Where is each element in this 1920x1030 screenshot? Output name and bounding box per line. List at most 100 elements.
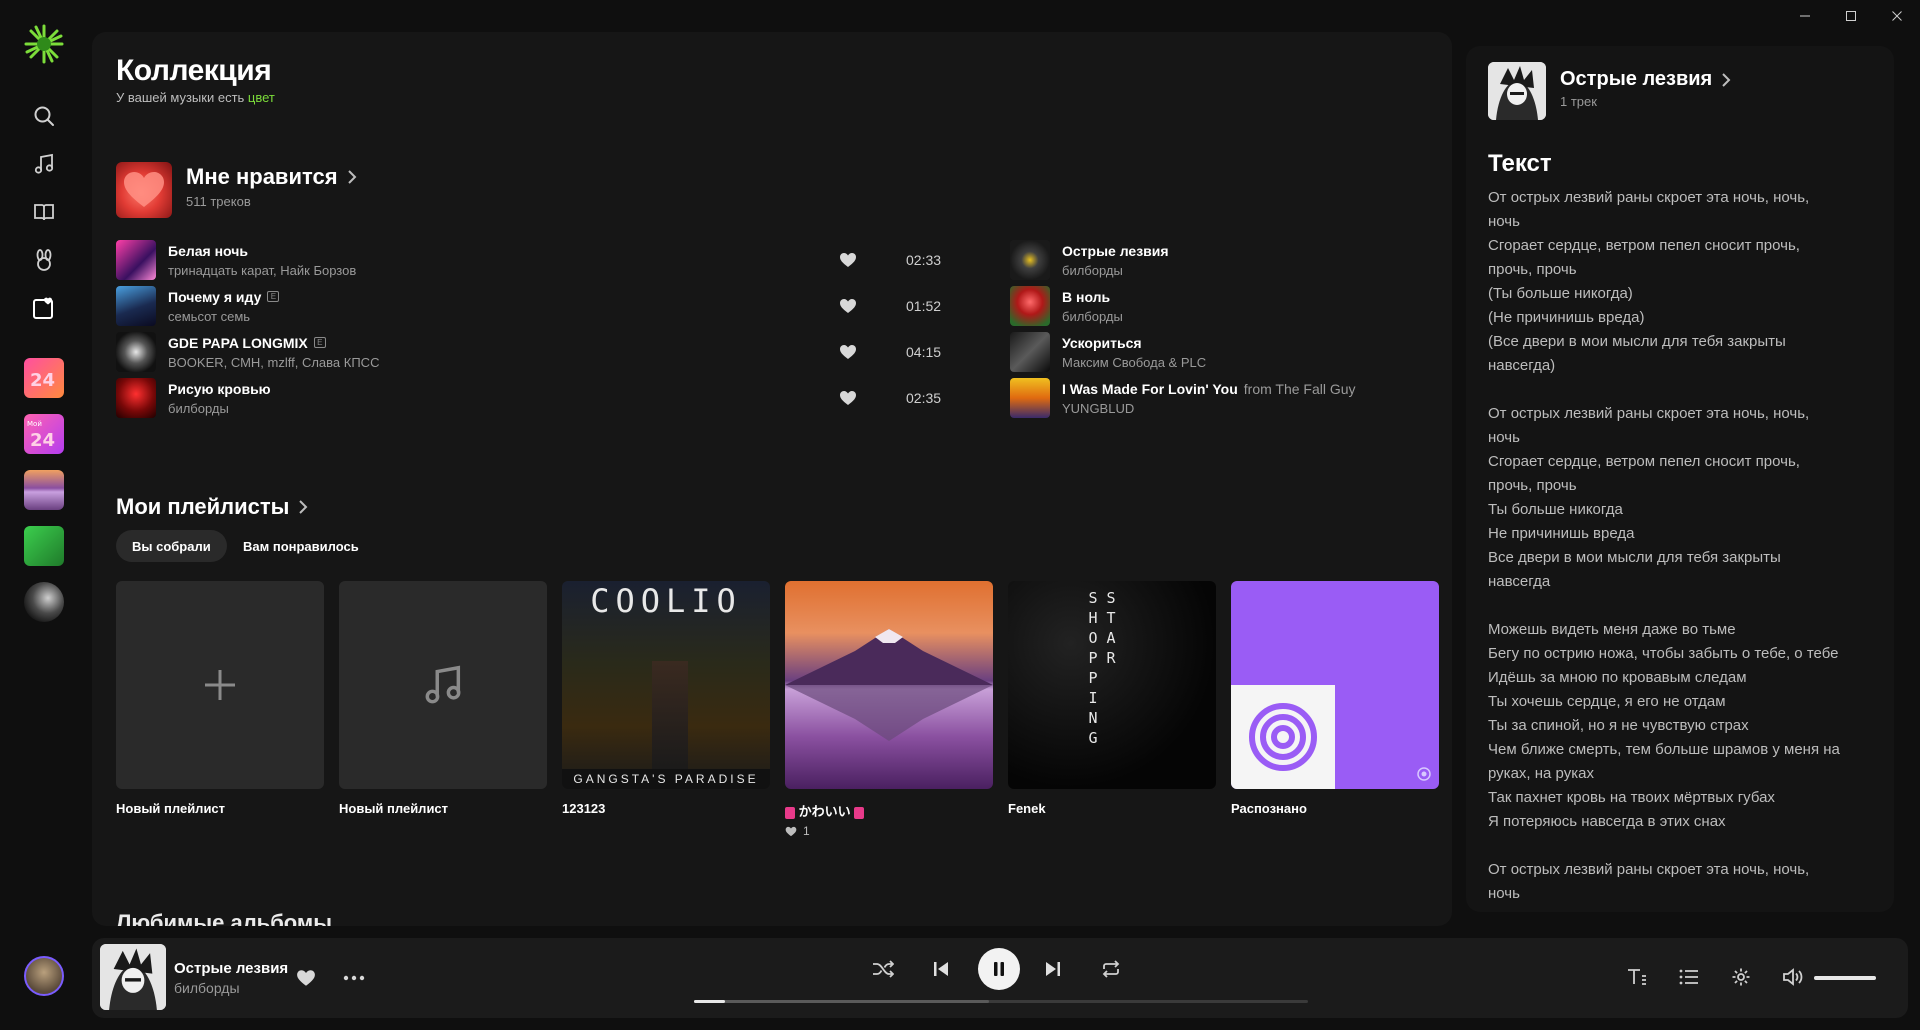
- sidebar-item-collection[interactable]: [28, 292, 60, 324]
- app-window: 24 Мой 24 Коллекция У вашей музыки есть ц…: [0, 0, 1920, 1030]
- track-artist[interactable]: тринадцать карат, Найк Борзов: [168, 263, 356, 278]
- player-bar: Острые лезвия билборды: [92, 938, 1908, 1018]
- svg-text:24: 24: [30, 430, 55, 451]
- sidebar-artist-avatar[interactable]: [24, 582, 64, 622]
- progress-bar[interactable]: [694, 1000, 1308, 1003]
- playlist-cover[interactable]: [785, 581, 993, 789]
- lyrics-line: Не причинишь вреда: [1488, 525, 1635, 542]
- playlist-cover[interactable]: [339, 581, 547, 789]
- repeat-icon: [1102, 960, 1120, 978]
- lyrics-line: Бегу по острию ножа, чтобы забыть о тебе…: [1488, 645, 1839, 662]
- like-button[interactable]: [292, 964, 320, 992]
- track-title: Белая ночь: [168, 243, 356, 259]
- sidebar-my-mix-cover[interactable]: Мой 24: [24, 414, 64, 454]
- more-button[interactable]: [340, 964, 368, 992]
- liked-playlist-link[interactable]: Мне нравится: [186, 164, 358, 190]
- pause-button[interactable]: [978, 948, 1020, 990]
- shuffle-icon: [873, 960, 894, 978]
- chevron-right-icon: [1722, 72, 1731, 87]
- playlist-card[interactable]: COOLIO GANGSTA'S PARADISE 123123: [562, 581, 770, 816]
- playlist-title: 123123: [562, 801, 606, 816]
- sidebar-item-music[interactable]: [28, 148, 60, 180]
- next-button[interactable]: [1038, 954, 1068, 984]
- new-playlist-cover[interactable]: [116, 581, 324, 789]
- track-like-button[interactable]: [838, 296, 858, 316]
- sidebar-item-search[interactable]: [28, 100, 60, 132]
- queue-button[interactable]: [1674, 962, 1704, 992]
- track-artist[interactable]: семьсот семь: [168, 309, 279, 324]
- app-logo-icon[interactable]: [22, 22, 66, 66]
- subtitle-accent-link[interactable]: цвет: [248, 90, 275, 105]
- playlist-title-text: かわいい: [798, 804, 851, 819]
- sidebar-item-kids[interactable]: [28, 244, 60, 276]
- settings-button[interactable]: [1726, 962, 1756, 992]
- sidebar-playlist-cover[interactable]: [24, 470, 64, 510]
- now-playing-title[interactable]: Острые лезвия: [174, 960, 288, 977]
- user-avatar[interactable]: [24, 956, 64, 996]
- lyrics-line: Я потеряюсь навсегда в этих снах: [1488, 813, 1726, 830]
- track-duration: 01:52: [906, 298, 942, 314]
- volume-button[interactable]: [1778, 962, 1808, 992]
- lyrics-button[interactable]: [1622, 962, 1652, 992]
- liked-playlist-cover[interactable]: [116, 162, 172, 218]
- sidebar-mix-cover[interactable]: 24: [24, 358, 64, 398]
- track-artist[interactable]: билборды: [1062, 263, 1169, 278]
- playlist-cover[interactable]: [1231, 581, 1439, 789]
- lyrics-track-title: Острые лезвия: [1560, 68, 1713, 90]
- repeat-button[interactable]: [1096, 954, 1126, 984]
- track-row[interactable]: Рисую кровью билборды 02:35: [116, 376, 941, 420]
- cover-figure: [652, 661, 688, 773]
- lyrics-line: Ты за спиной, но я не чувствую страх: [1488, 717, 1749, 734]
- track-row[interactable]: В ноль билборды: [1010, 284, 1370, 328]
- playlist-card[interactable]: かわいい 1: [785, 581, 993, 838]
- playlist-cover[interactable]: STAR SHOPPING: [1008, 581, 1216, 789]
- track-row[interactable]: Белая ночь тринадцать карат, Найк Борзов…: [116, 238, 941, 282]
- track-like-button[interactable]: [838, 250, 858, 270]
- maximize-button[interactable]: [1828, 0, 1874, 32]
- track-row[interactable]: GDE PAPA LONGMIX E BOOKER, СМН, mzlff, Сл…: [116, 330, 941, 374]
- playlist-card[interactable]: Распознано: [1231, 581, 1439, 816]
- mix-24-icon: 24: [30, 370, 55, 391]
- track-meta: Белая ночь тринадцать карат, Найк Борзов: [168, 243, 356, 278]
- lyrics-line: Все двери в мои мысли для тебя закрыты: [1488, 549, 1781, 566]
- lyrics-line: Чем ближе смерть, тем больше шрамов у ме…: [1488, 741, 1840, 758]
- lyrics-line: Ты хочешь сердце, я его не отдам: [1488, 693, 1726, 710]
- track-artist[interactable]: BOOKER, СМН, mzlff, Слава КПСС: [168, 355, 379, 370]
- previous-button[interactable]: [926, 954, 956, 984]
- gear-icon: [1732, 968, 1750, 986]
- minimize-button[interactable]: [1782, 0, 1828, 32]
- close-button[interactable]: [1874, 0, 1920, 32]
- track-artist[interactable]: YUNGBLUD: [1062, 401, 1356, 416]
- volume-slider[interactable]: [1814, 976, 1876, 980]
- lyrics-track-cover[interactable]: [1488, 62, 1546, 120]
- track-like-button[interactable]: [838, 342, 858, 362]
- sticker-icon: [785, 806, 795, 819]
- lyrics-line: ночь: [1488, 213, 1520, 230]
- playlist-card[interactable]: Новый плейлист: [116, 581, 324, 816]
- tab-you-collected[interactable]: Вы собрали: [116, 530, 227, 562]
- my-playlists-title: Мои плейлисты: [116, 494, 290, 519]
- playlist-card[interactable]: STAR SHOPPING Fenek: [1008, 581, 1216, 816]
- shuffle-button[interactable]: [868, 954, 898, 984]
- collection-heart-icon: [33, 297, 53, 319]
- sidebar-item-podcasts[interactable]: [28, 196, 60, 228]
- playlist-card[interactable]: Новый плейлист: [339, 581, 547, 816]
- sidebar-green-cover[interactable]: [24, 526, 64, 566]
- track-artist[interactable]: Максим Свобода & PLC: [1062, 355, 1206, 370]
- now-playing-cover[interactable]: [100, 944, 166, 1010]
- track-like-button[interactable]: [838, 388, 858, 408]
- track-artist[interactable]: билборды: [1062, 309, 1123, 324]
- track-row[interactable]: Острые лезвия билборды: [1010, 238, 1370, 282]
- lyrics-line: Так пахнет кровь на твоих мёртвых губах: [1488, 789, 1775, 806]
- track-row[interactable]: Ускориться Максим Свобода & PLC: [1010, 330, 1370, 374]
- playlist-cover[interactable]: COOLIO GANGSTA'S PARADISE: [562, 581, 770, 789]
- now-playing-artist[interactable]: билборды: [174, 980, 240, 996]
- my-playlists-link[interactable]: Мои плейлисты: [116, 494, 309, 520]
- queue-list-icon: [1679, 969, 1698, 985]
- track-row[interactable]: Почему я иду E семьсот семь 01:52: [116, 284, 941, 328]
- lyrics-track-link[interactable]: Острые лезвия: [1560, 68, 1732, 91]
- track-row[interactable]: I Was Made For Lovin' You from The Fall G…: [1010, 376, 1370, 420]
- track-artist[interactable]: билборды: [168, 401, 271, 416]
- favorite-albums-title[interactable]: Любимые альбомы: [116, 910, 332, 926]
- tab-you-liked[interactable]: Вам понравилось: [227, 530, 375, 562]
